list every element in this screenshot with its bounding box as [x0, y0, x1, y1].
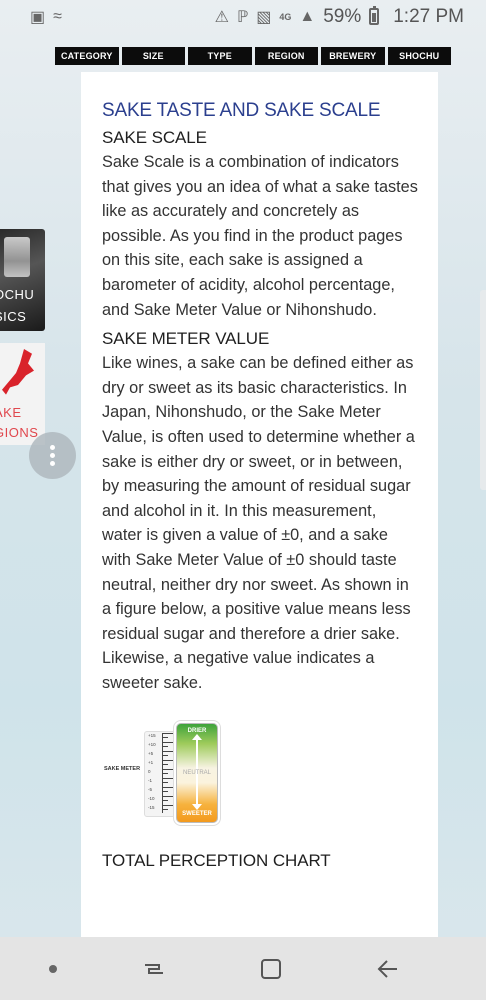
figure-label: SAKE METER	[104, 766, 141, 773]
section-heading: SAKE SCALE	[102, 128, 207, 147]
scale-tick: -10	[148, 796, 155, 802]
wifi-icon: ≈	[53, 7, 62, 25]
scale-tick: +1	[148, 760, 154, 766]
scale-tick: 0	[148, 769, 151, 775]
neutral-label: NEUTRAL	[182, 770, 211, 777]
tab-type[interactable]: TYPE	[188, 47, 252, 65]
home-icon	[260, 958, 281, 979]
article-card: SAKE TASTE AND SAKE SCALE SAKE SCALE Sak…	[81, 72, 438, 937]
warning-icon: ⚠	[214, 8, 229, 26]
tab-category[interactable]: CATEGORY	[55, 47, 119, 65]
battery-icon	[369, 6, 380, 25]
more-vertical-icon	[50, 445, 55, 466]
scale-tick: +5	[148, 751, 154, 757]
scale-tick: +15	[148, 733, 156, 739]
system-nav-bar	[0, 937, 486, 1000]
thumbnail-caption-line1: OCHU	[0, 287, 35, 302]
thumbnail-caption-line2: SICS	[0, 309, 27, 324]
thumbnail-caption-line2: GIONS	[0, 425, 39, 440]
tab-brewery[interactable]: BREWERY	[321, 47, 385, 65]
bluetooth-icon: ℙ	[237, 8, 249, 26]
network-type-label: 4G	[279, 11, 292, 22]
section-body: Sake Scale is a combination of indicator…	[102, 153, 418, 319]
scale-tick: +10	[148, 742, 156, 748]
nav-dot-indicator[interactable]	[48, 964, 57, 973]
glass-image	[4, 237, 30, 277]
gallery-notification-icon: ▣	[30, 8, 46, 26]
scale-tick: -15	[148, 805, 155, 811]
sweeter-label: SWEETER	[182, 811, 212, 818]
home-button[interactable]	[251, 949, 291, 989]
recents-icon	[144, 963, 163, 974]
article-title: SAKE TASTE AND SAKE SCALE	[102, 100, 381, 121]
scale-tick: -1	[148, 778, 153, 784]
battery-percent: 59%	[323, 5, 362, 27]
thumbnail-caption-line1: AKE	[0, 405, 22, 420]
section-body: Like wines, a sake can be defined either…	[102, 354, 415, 692]
signal-icon: ▲	[299, 7, 316, 25]
clock: 1:27 PM	[393, 5, 464, 27]
top-nav: CATEGORY SIZE TYPE REGION BREWERY SHOCHU	[55, 47, 451, 65]
sake-regions-thumbnail[interactable]: AKE GIONS	[0, 343, 45, 445]
edge-panel-handle[interactable]	[480, 290, 486, 490]
dry-sweet-gauge: DRIER NEUTRAL SWEETER	[176, 723, 218, 824]
section-heading: TOTAL PERCEPTION CHART	[102, 851, 331, 871]
tab-region[interactable]: REGION	[254, 47, 318, 65]
status-bar: ▣ ≈ ⚠ ℙ ▧ 4G ▲ 59% 1:27 PM	[0, 0, 486, 33]
scale-tick: -5	[148, 787, 153, 793]
scale-ruler	[162, 733, 176, 814]
sake-meter-figure: SAKE METER +15 +10 +5 +1 0 -1 -5 -10 -15…	[104, 723, 224, 833]
shochu-basics-thumbnail[interactable]: OCHU SICS	[0, 229, 45, 331]
back-arrow-icon	[377, 959, 397, 978]
japan-map-image	[2, 349, 34, 395]
tab-size[interactable]: SIZE	[121, 47, 185, 65]
tab-shochu[interactable]: SHOCHU	[387, 47, 451, 65]
recents-button[interactable]	[134, 949, 174, 989]
nfc-icon: ▧	[256, 8, 272, 26]
back-button[interactable]	[368, 949, 408, 989]
more-options-button[interactable]	[29, 432, 76, 479]
section-heading: SAKE METER VALUE	[102, 329, 270, 349]
